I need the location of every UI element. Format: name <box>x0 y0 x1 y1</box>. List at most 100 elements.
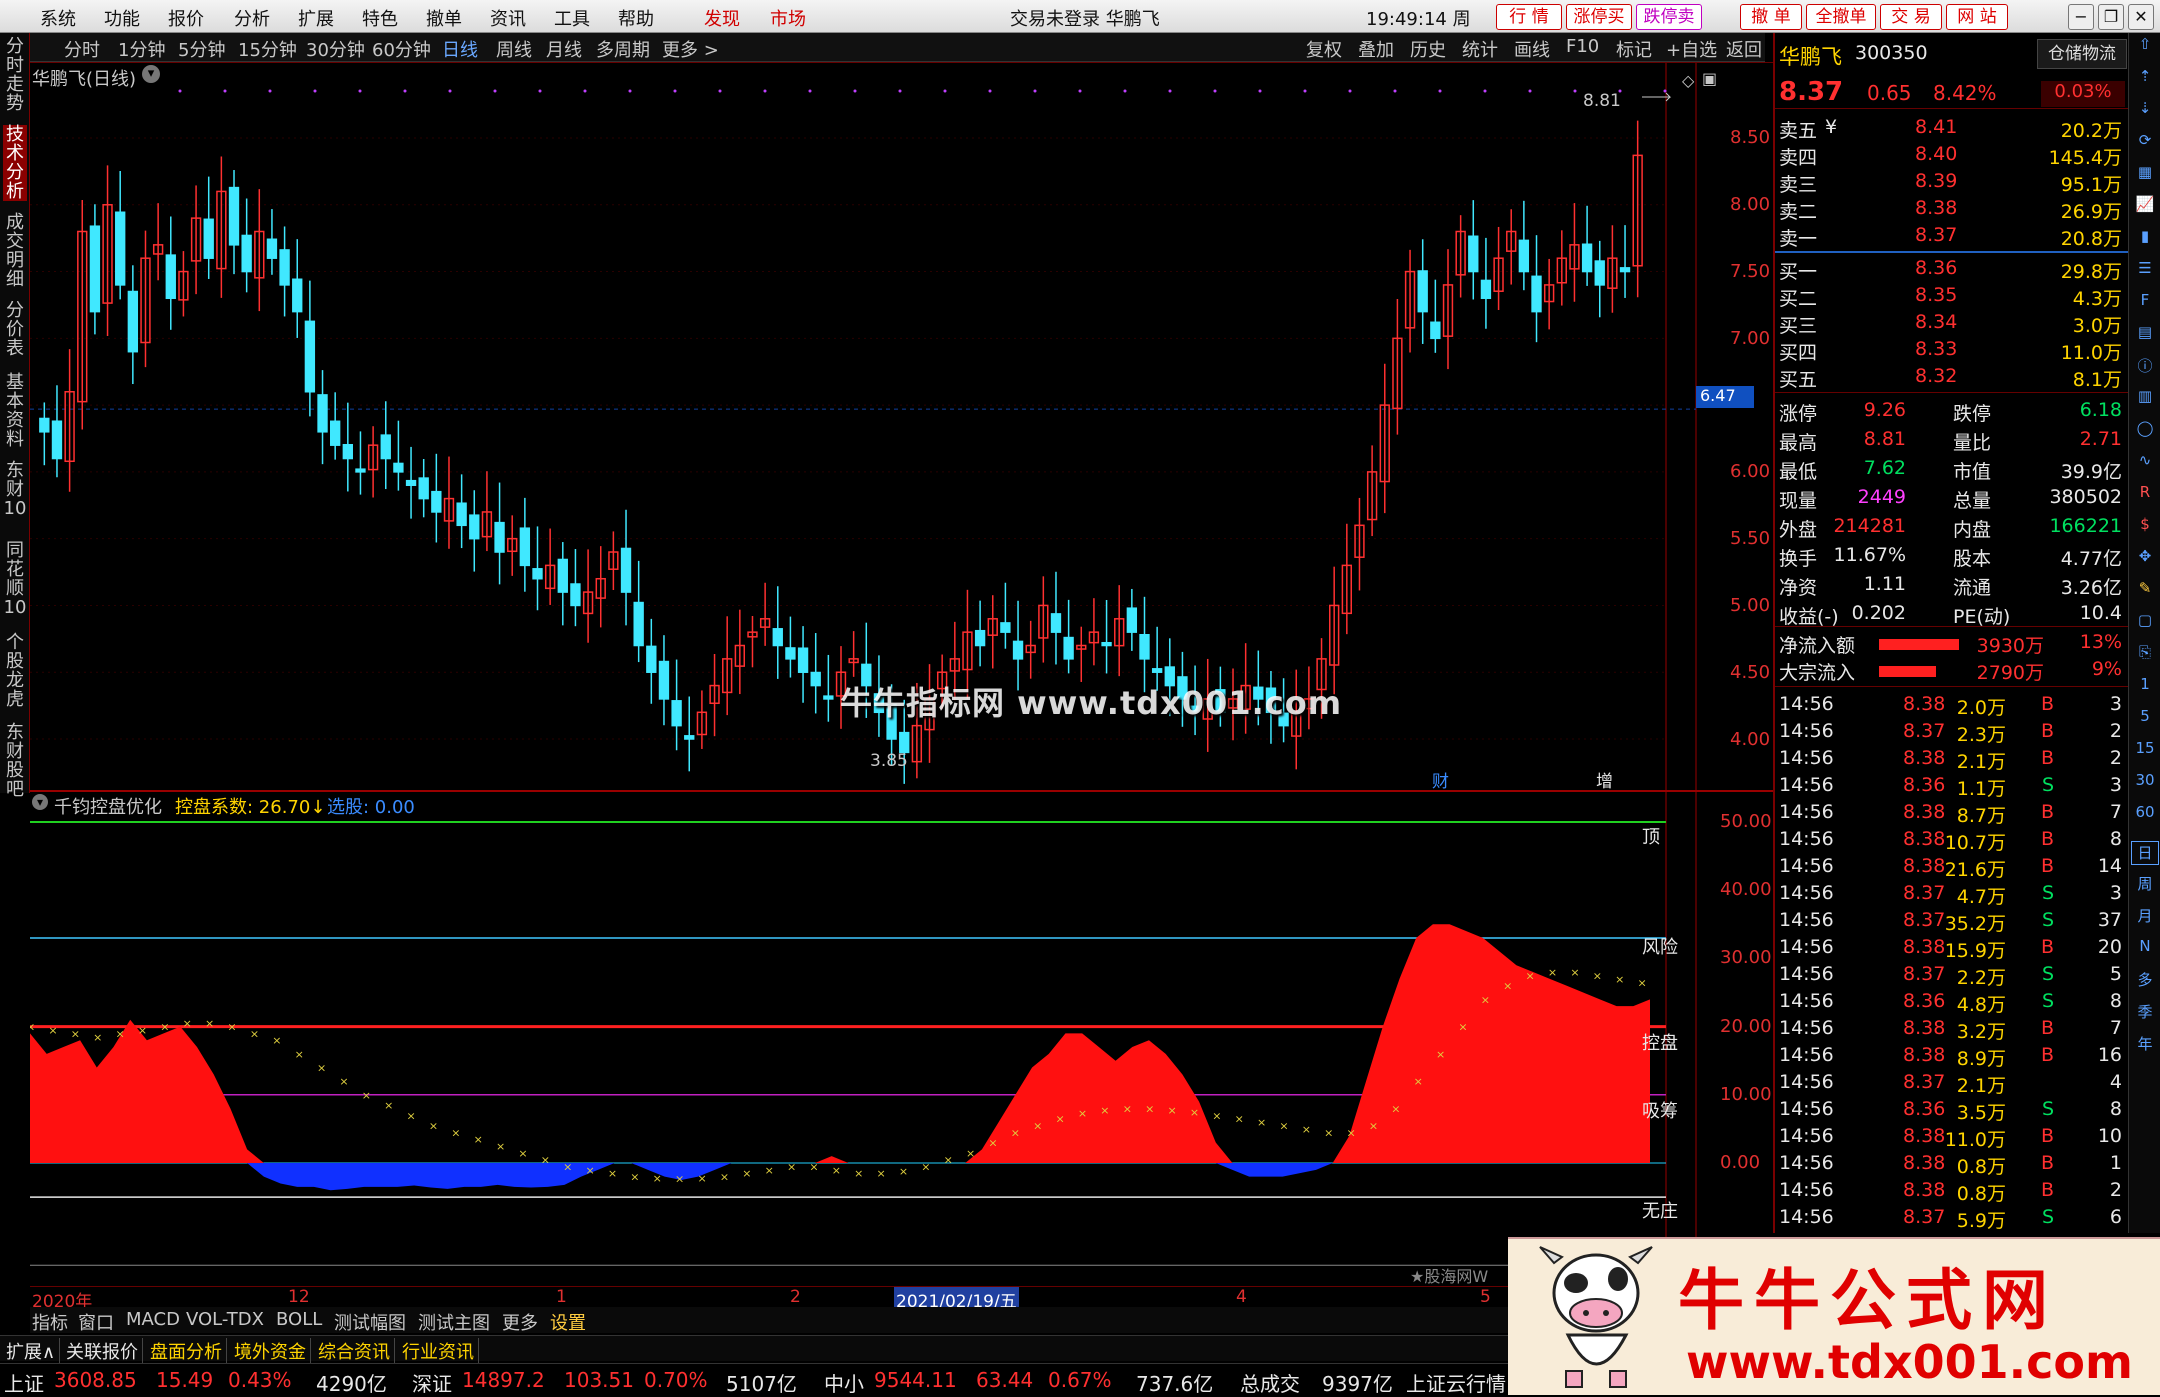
tab-settings[interactable]: 设置 <box>550 1309 586 1335</box>
menu-extend[interactable]: 扩展 <box>298 5 334 31</box>
chart-icon[interactable]: 📈 <box>2131 195 2159 219</box>
tab-dragon-tiger[interactable]: 个股龙虎 <box>3 633 27 709</box>
period-30m[interactable]: 30分钟 <box>306 36 365 62</box>
finance-marker[interactable]: 财 <box>1432 767 1449 792</box>
chart-area[interactable]: × × × × × × × × × × × × × × × × × × × × × × × × × × × × × × × × × × × × × × × ×… <box>26 62 1775 1288</box>
mark-button[interactable]: 标记 <box>1616 36 1652 62</box>
chart-settings-icon[interactable]: ▾ <box>142 65 160 83</box>
period-5m[interactable]: 5分钟 <box>178 36 225 62</box>
adjust-button[interactable]: 复权 <box>1306 36 1342 62</box>
menu-discover[interactable]: 发现 <box>704 5 740 31</box>
pencil-icon[interactable]: ✎ <box>2131 579 2159 603</box>
tab-macd[interactable]: MACD <box>126 1309 180 1330</box>
menu-quote[interactable]: 报价 <box>168 5 204 31</box>
tab-ths10[interactable]: 同花顺10 <box>3 541 27 617</box>
period-more[interactable]: 更多 > <box>662 36 719 62</box>
up-arrow-icon[interactable]: ⇧ <box>2131 35 2159 59</box>
period-week[interactable]: 周 <box>2131 873 2159 897</box>
quote-button[interactable]: 行 情 <box>1496 4 1562 30</box>
draw-button[interactable]: 画线 <box>1514 36 1550 62</box>
rsi-icon[interactable]: R <box>2131 483 2159 507</box>
increase-marker[interactable]: 增 <box>1596 767 1613 792</box>
period-weekly[interactable]: 周线 <box>496 36 532 62</box>
export-icon[interactable]: ⎘ <box>2131 643 2159 667</box>
period-monthly[interactable]: 月线 <box>546 36 582 62</box>
tab-window[interactable]: 窗口 <box>78 1309 114 1335</box>
period-n[interactable]: N <box>2131 937 2159 961</box>
period-15[interactable]: 15 <box>2131 739 2159 763</box>
period-5[interactable]: 5 <box>2131 707 2159 731</box>
refresh-icon[interactable]: ⟳ <box>2131 131 2159 155</box>
stats-button[interactable]: 统计 <box>1462 36 1498 62</box>
menu-help[interactable]: 帮助 <box>618 5 654 31</box>
history-button[interactable]: 历史 <box>1410 36 1446 62</box>
period-multi[interactable]: 多周期 <box>596 36 650 62</box>
info-icon[interactable]: ⓘ <box>2131 355 2159 379</box>
period-1[interactable]: 1 <box>2131 675 2159 699</box>
grid-icon[interactable]: ▤ <box>2131 323 2159 347</box>
period-season[interactable]: 季 <box>2131 1001 2159 1025</box>
menu-system[interactable]: 系统 <box>40 5 76 31</box>
ad-banner[interactable]: 牛牛公式网 www.tdx001.com <box>1508 1237 2160 1395</box>
expand-icon[interactable]: ▣ <box>1702 69 1717 88</box>
period-year[interactable]: 年 <box>2131 1033 2159 1057</box>
tab-boll[interactable]: BOLL <box>276 1309 322 1330</box>
back-button[interactable]: 返回 <box>1726 36 1762 62</box>
up-icon[interactable]: ⇡ <box>2131 67 2159 91</box>
restore-icon[interactable]: ❐ <box>2098 4 2124 30</box>
down-icon[interactable]: ⇣ <box>2131 99 2159 123</box>
tab-fundamentals[interactable]: 基本资料 <box>3 373 27 449</box>
tab-intraday[interactable]: 分时走势 <box>3 37 27 113</box>
tab-vol[interactable]: VOL-TDX <box>186 1309 264 1330</box>
list-icon[interactable]: ☰ <box>2131 259 2159 283</box>
tab-more[interactable]: 更多 <box>502 1309 538 1335</box>
move-icon[interactable]: ✥ <box>2131 547 2159 571</box>
calc-icon[interactable]: ▥ <box>2131 387 2159 411</box>
period-daily[interactable]: 日线 <box>442 36 478 62</box>
candle-icon[interactable]: ▮ <box>2131 227 2159 251</box>
f10-button[interactable]: F10 <box>1566 36 1599 57</box>
tab-related-quote[interactable]: 关联报价 <box>62 1338 143 1364</box>
menu-analysis[interactable]: 分析 <box>234 5 270 31</box>
tab-test-main[interactable]: 测试主图 <box>418 1309 490 1335</box>
period-day[interactable]: 日 <box>2131 841 2159 865</box>
tab-foreign-funds[interactable]: 境外资金 <box>230 1338 311 1364</box>
fs-icon[interactable]: ▢ <box>2131 611 2159 635</box>
period-multi[interactable]: 多 <box>2131 969 2159 993</box>
ad-url[interactable]: www.tdx001.com <box>1686 1335 2133 1389</box>
cancel-all-button[interactable]: 全撤单 <box>1806 4 1876 30</box>
limit-down-sell-button[interactable]: 跌停卖 <box>1636 4 1702 30</box>
period-60m[interactable]: 60分钟 <box>372 36 431 62</box>
period-month[interactable]: 月 <box>2131 905 2159 929</box>
tab-dongcai10[interactable]: 东财10 <box>3 461 27 518</box>
dollar-icon[interactable]: $ <box>2131 515 2159 539</box>
diamond-icon[interactable]: ◇ <box>1682 71 1694 90</box>
tab-extend[interactable]: 扩展∧ <box>2 1338 61 1364</box>
cancel-order-button[interactable]: 撤 单 <box>1740 4 1802 30</box>
table-icon[interactable]: ▦ <box>2131 163 2159 187</box>
menu-news[interactable]: 资讯 <box>490 5 526 31</box>
f10-icon[interactable]: F <box>2131 291 2159 315</box>
tab-trade-detail[interactable]: 成交明细 <box>3 213 27 289</box>
period-15m[interactable]: 15分钟 <box>238 36 297 62</box>
tab-info[interactable]: 综合资讯 <box>314 1338 395 1364</box>
limit-up-buy-button[interactable]: 涨停买 <box>1566 4 1632 30</box>
menu-cancel[interactable]: 撤单 <box>426 5 462 31</box>
add-watchlist-button[interactable]: +自选 <box>1666 36 1717 62</box>
wave-icon[interactable]: ∿ <box>2131 451 2159 475</box>
sector-tab[interactable]: 仓储物流 <box>2037 39 2127 69</box>
tab-price-table[interactable]: 分价表 <box>3 301 27 358</box>
period-1m[interactable]: 1分钟 <box>118 36 165 62</box>
minimize-icon[interactable]: − <box>2068 4 2094 30</box>
tab-industry-news[interactable]: 行业资讯 <box>398 1338 479 1364</box>
tab-test-sub[interactable]: 测试幅图 <box>334 1309 406 1335</box>
menu-feature[interactable]: 特色 <box>362 5 398 31</box>
trade-button[interactable]: 交 易 <box>1880 4 1942 30</box>
period-intraday[interactable]: 分时 <box>64 36 100 62</box>
tab-technical[interactable]: 技术分析 <box>3 125 27 201</box>
tab-forum[interactable]: 东财股吧 <box>3 723 27 799</box>
indicator-settings-icon[interactable]: ▾ <box>32 794 48 810</box>
tab-indicator[interactable]: 指标 <box>32 1309 68 1335</box>
circle-icon[interactable]: ◯ <box>2131 419 2159 443</box>
tick-list[interactable]: 14:56 8.38 2.0万 B 3 14:56 8.37 2.3万 B 2 14:56 8.38 2… <box>1775 693 2130 1238</box>
